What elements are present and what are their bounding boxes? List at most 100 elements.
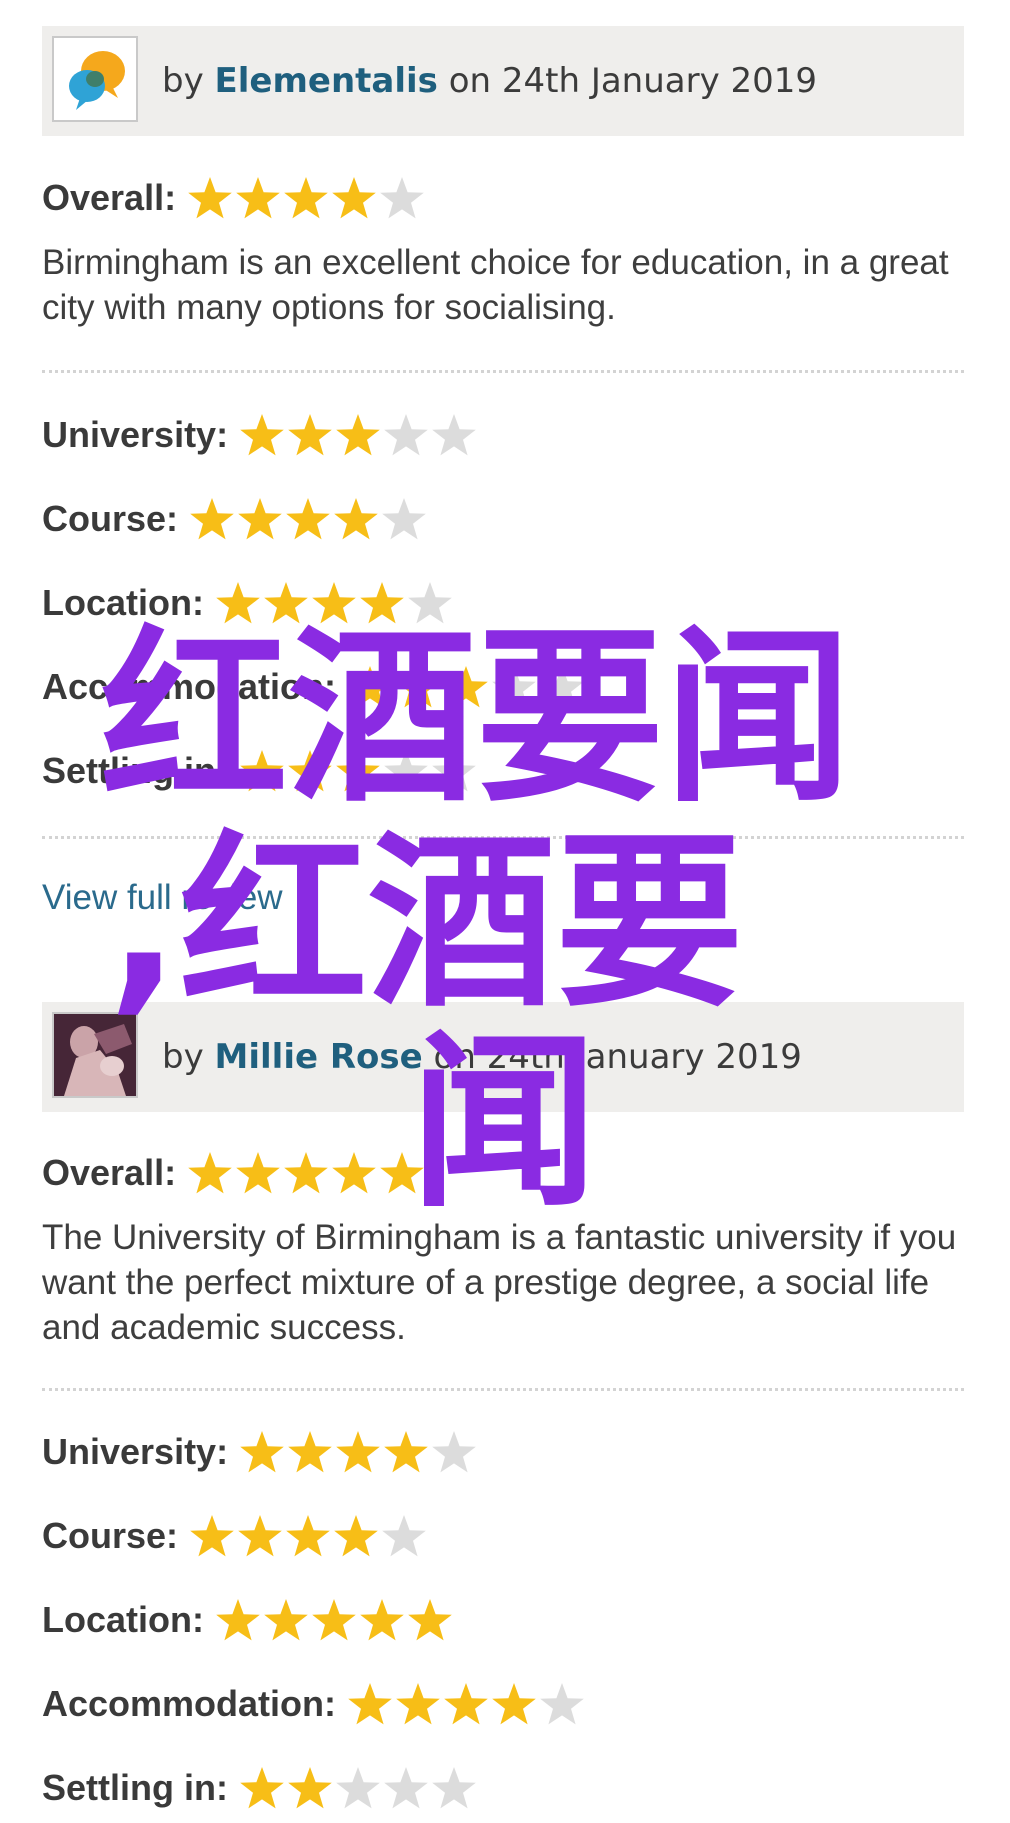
review-date: on 24th January 2019 bbox=[448, 61, 818, 101]
overlay-title-line-2: ,红酒要 bbox=[108, 814, 744, 1033]
star-filled-icon bbox=[238, 412, 286, 458]
rating-label: Accommodation: bbox=[42, 666, 337, 707]
star-filled-icon bbox=[382, 1429, 430, 1475]
star-filled-icon bbox=[378, 1150, 426, 1196]
star-filled-icon bbox=[442, 664, 490, 710]
star-rating bbox=[186, 1150, 426, 1196]
rating-settling-in: Settling in: bbox=[42, 1758, 478, 1818]
star-filled-icon bbox=[284, 1513, 332, 1559]
reviews-page: by Elementalis on 24th January 2019 Over… bbox=[0, 0, 1010, 1823]
review-date: on 24th January 2019 bbox=[433, 1037, 802, 1077]
review-header: by Elementalis on 24th January 2019 bbox=[42, 26, 964, 136]
star-rating bbox=[188, 496, 428, 542]
star-filled-icon bbox=[332, 1513, 380, 1559]
rating-course: Course: bbox=[42, 1506, 428, 1566]
rating-label: Course: bbox=[42, 1515, 179, 1556]
rating-settling-in: Settling in: bbox=[42, 741, 478, 801]
star-empty-icon bbox=[490, 664, 538, 710]
rating-course: Course: bbox=[42, 489, 428, 549]
star-filled-icon bbox=[282, 175, 330, 221]
rating-label: Location: bbox=[42, 582, 204, 623]
review-text: Birmingham is an excellent choice for ed… bbox=[42, 243, 949, 327]
star-filled-icon bbox=[236, 496, 284, 542]
star-filled-icon bbox=[214, 1597, 262, 1643]
star-filled-icon bbox=[188, 496, 236, 542]
star-filled-icon bbox=[284, 496, 332, 542]
rating-label: Location: bbox=[42, 1599, 204, 1640]
avatar[interactable] bbox=[52, 36, 138, 122]
avatar[interactable] bbox=[52, 1012, 138, 1098]
star-filled-icon bbox=[286, 412, 334, 458]
star-filled-icon bbox=[346, 664, 394, 710]
star-empty-icon bbox=[430, 412, 478, 458]
star-empty-icon bbox=[382, 748, 430, 794]
rating-label: Accommodation: bbox=[42, 1683, 337, 1724]
star-empty-icon bbox=[430, 1429, 478, 1475]
rating-label: University: bbox=[42, 414, 229, 455]
review-text: The University of Birmingham is a fantas… bbox=[42, 1218, 957, 1347]
chat-bubbles-icon bbox=[54, 38, 136, 120]
star-filled-icon bbox=[188, 1513, 236, 1559]
star-filled-icon bbox=[406, 1597, 454, 1643]
overall-rating: Overall: bbox=[42, 168, 426, 228]
star-rating bbox=[188, 1513, 428, 1559]
star-filled-icon bbox=[286, 1765, 334, 1811]
star-empty-icon bbox=[378, 175, 426, 221]
star-filled-icon bbox=[234, 1150, 282, 1196]
star-filled-icon bbox=[262, 580, 310, 626]
rating-university: University: bbox=[42, 405, 478, 465]
star-filled-icon bbox=[186, 1150, 234, 1196]
rating-location: Location: bbox=[42, 573, 454, 633]
star-filled-icon bbox=[334, 1429, 382, 1475]
star-filled-icon bbox=[236, 1513, 284, 1559]
star-empty-icon bbox=[380, 496, 428, 542]
profile-photo-icon bbox=[54, 1014, 136, 1096]
review-header: by Millie Rose on 24th January 2019 bbox=[42, 1002, 964, 1112]
rating-university: University: bbox=[42, 1422, 478, 1482]
star-filled-icon bbox=[330, 1150, 378, 1196]
star-filled-icon bbox=[310, 580, 358, 626]
author-link[interactable]: Elementalis bbox=[215, 61, 438, 101]
rating-label: Settling in: bbox=[42, 750, 228, 791]
star-filled-icon bbox=[394, 664, 442, 710]
star-empty-icon bbox=[380, 1513, 428, 1559]
view-full-review-link[interactable]: View full review bbox=[42, 878, 283, 918]
divider bbox=[42, 370, 964, 373]
star-empty-icon bbox=[430, 748, 478, 794]
star-rating bbox=[238, 1429, 478, 1475]
star-filled-icon bbox=[234, 175, 282, 221]
star-filled-icon bbox=[214, 580, 262, 626]
divider bbox=[42, 1388, 964, 1391]
star-filled-icon bbox=[238, 1429, 286, 1475]
star-empty-icon bbox=[538, 1681, 586, 1727]
star-empty-icon bbox=[382, 412, 430, 458]
review-byline: by Millie Rose on 24th January 2019 bbox=[162, 1002, 802, 1112]
star-empty-icon bbox=[538, 664, 586, 710]
star-rating bbox=[346, 1681, 586, 1727]
star-filled-icon bbox=[186, 175, 234, 221]
star-empty-icon bbox=[430, 1765, 478, 1811]
star-filled-icon bbox=[332, 496, 380, 542]
star-filled-icon bbox=[262, 1597, 310, 1643]
overall-rating: Overall: bbox=[42, 1143, 426, 1203]
star-filled-icon bbox=[330, 175, 378, 221]
review-byline: by Elementalis on 24th January 2019 bbox=[162, 26, 817, 136]
star-empty-icon bbox=[382, 1765, 430, 1811]
star-filled-icon bbox=[334, 748, 382, 794]
rating-label: Course: bbox=[42, 498, 179, 539]
rating-location: Location: bbox=[42, 1590, 454, 1650]
rating-accommodation: Accommodation: bbox=[42, 657, 586, 717]
star-filled-icon bbox=[394, 1681, 442, 1727]
author-link[interactable]: Millie Rose bbox=[215, 1037, 423, 1077]
star-filled-icon bbox=[442, 1681, 490, 1727]
star-rating bbox=[238, 412, 478, 458]
star-filled-icon bbox=[334, 412, 382, 458]
star-filled-icon bbox=[238, 1765, 286, 1811]
star-rating bbox=[214, 1597, 454, 1643]
rating-label: University: bbox=[42, 1431, 229, 1472]
star-filled-icon bbox=[286, 1429, 334, 1475]
star-filled-icon bbox=[358, 1597, 406, 1643]
overall-label: Overall: bbox=[42, 1152, 177, 1193]
star-filled-icon bbox=[286, 748, 334, 794]
star-rating bbox=[186, 175, 426, 221]
